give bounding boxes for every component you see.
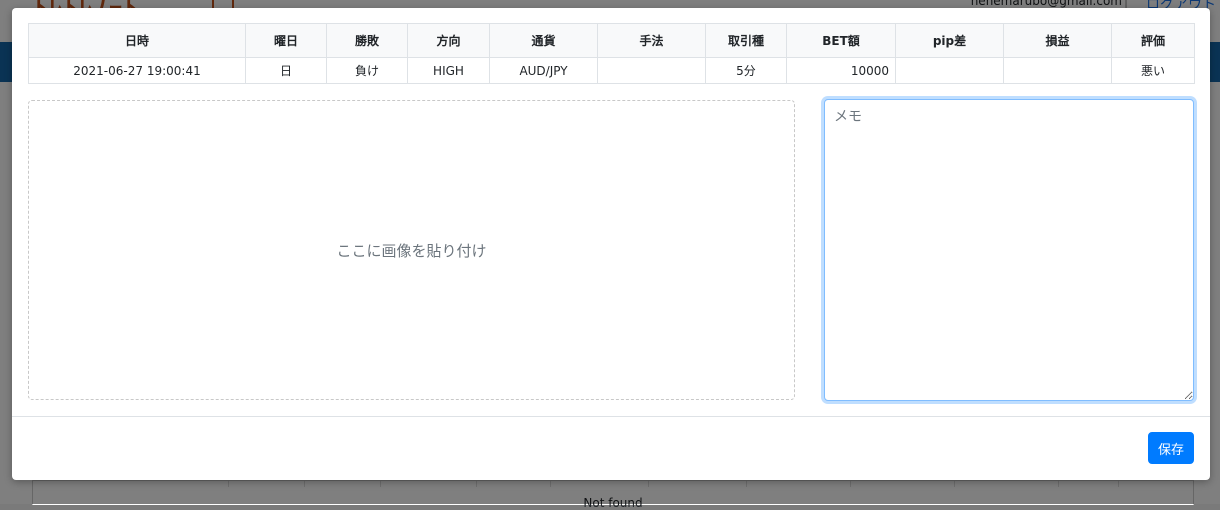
header-direction: 方向	[407, 23, 490, 58]
header-trade-type: 取引種	[705, 23, 787, 58]
cell-rating: 悪い	[1111, 57, 1195, 84]
memo-field[interactable]	[824, 99, 1194, 401]
table-header-row: 日時 曜日 勝敗 方向 通貨 手法 取引種 BET額 pip差 損益 評価	[28, 23, 1195, 58]
cell-currency: AUD/JPY	[489, 57, 598, 84]
save-button[interactable]: 保存	[1148, 432, 1194, 464]
cell-trade-type: 5分	[705, 57, 787, 84]
cell-direction: HIGH	[407, 57, 490, 84]
trade-detail-modal: 日時 曜日 勝敗 方向 通貨 手法 取引種 BET額 pip差 損益 評価 20…	[12, 8, 1210, 480]
cell-bet-amount: 10000	[786, 57, 896, 84]
table-row: 2021-06-27 19:00:41 日 負け HIGH AUD/JPY 5分…	[28, 57, 1195, 84]
header-weekday: 曜日	[245, 23, 327, 58]
paste-area-label: ここに画像を貼り付け	[336, 241, 487, 260]
header-datetime: 日時	[28, 23, 246, 58]
header-rating: 評価	[1111, 23, 1195, 58]
header-bet-amount: BET額	[786, 23, 896, 58]
trade-table: 日時 曜日 勝敗 方向 通貨 手法 取引種 BET額 pip差 損益 評価 20…	[28, 23, 1195, 84]
header-profit-loss: 損益	[1003, 23, 1112, 58]
header-method: 手法	[597, 23, 706, 58]
cell-pip-diff	[895, 57, 1004, 84]
footer-divider	[12, 416, 1210, 417]
header-result: 勝敗	[326, 23, 408, 58]
header-pip-diff: pip差	[895, 23, 1004, 58]
header-currency: 通貨	[489, 23, 598, 58]
cell-method	[597, 57, 706, 84]
cell-profit-loss	[1003, 57, 1112, 84]
image-paste-area[interactable]: ここに画像を貼り付け	[28, 100, 795, 400]
cell-datetime: 2021-06-27 19:00:41	[28, 57, 246, 84]
cell-result: 負け	[326, 57, 408, 84]
cell-weekday: 日	[245, 57, 327, 84]
